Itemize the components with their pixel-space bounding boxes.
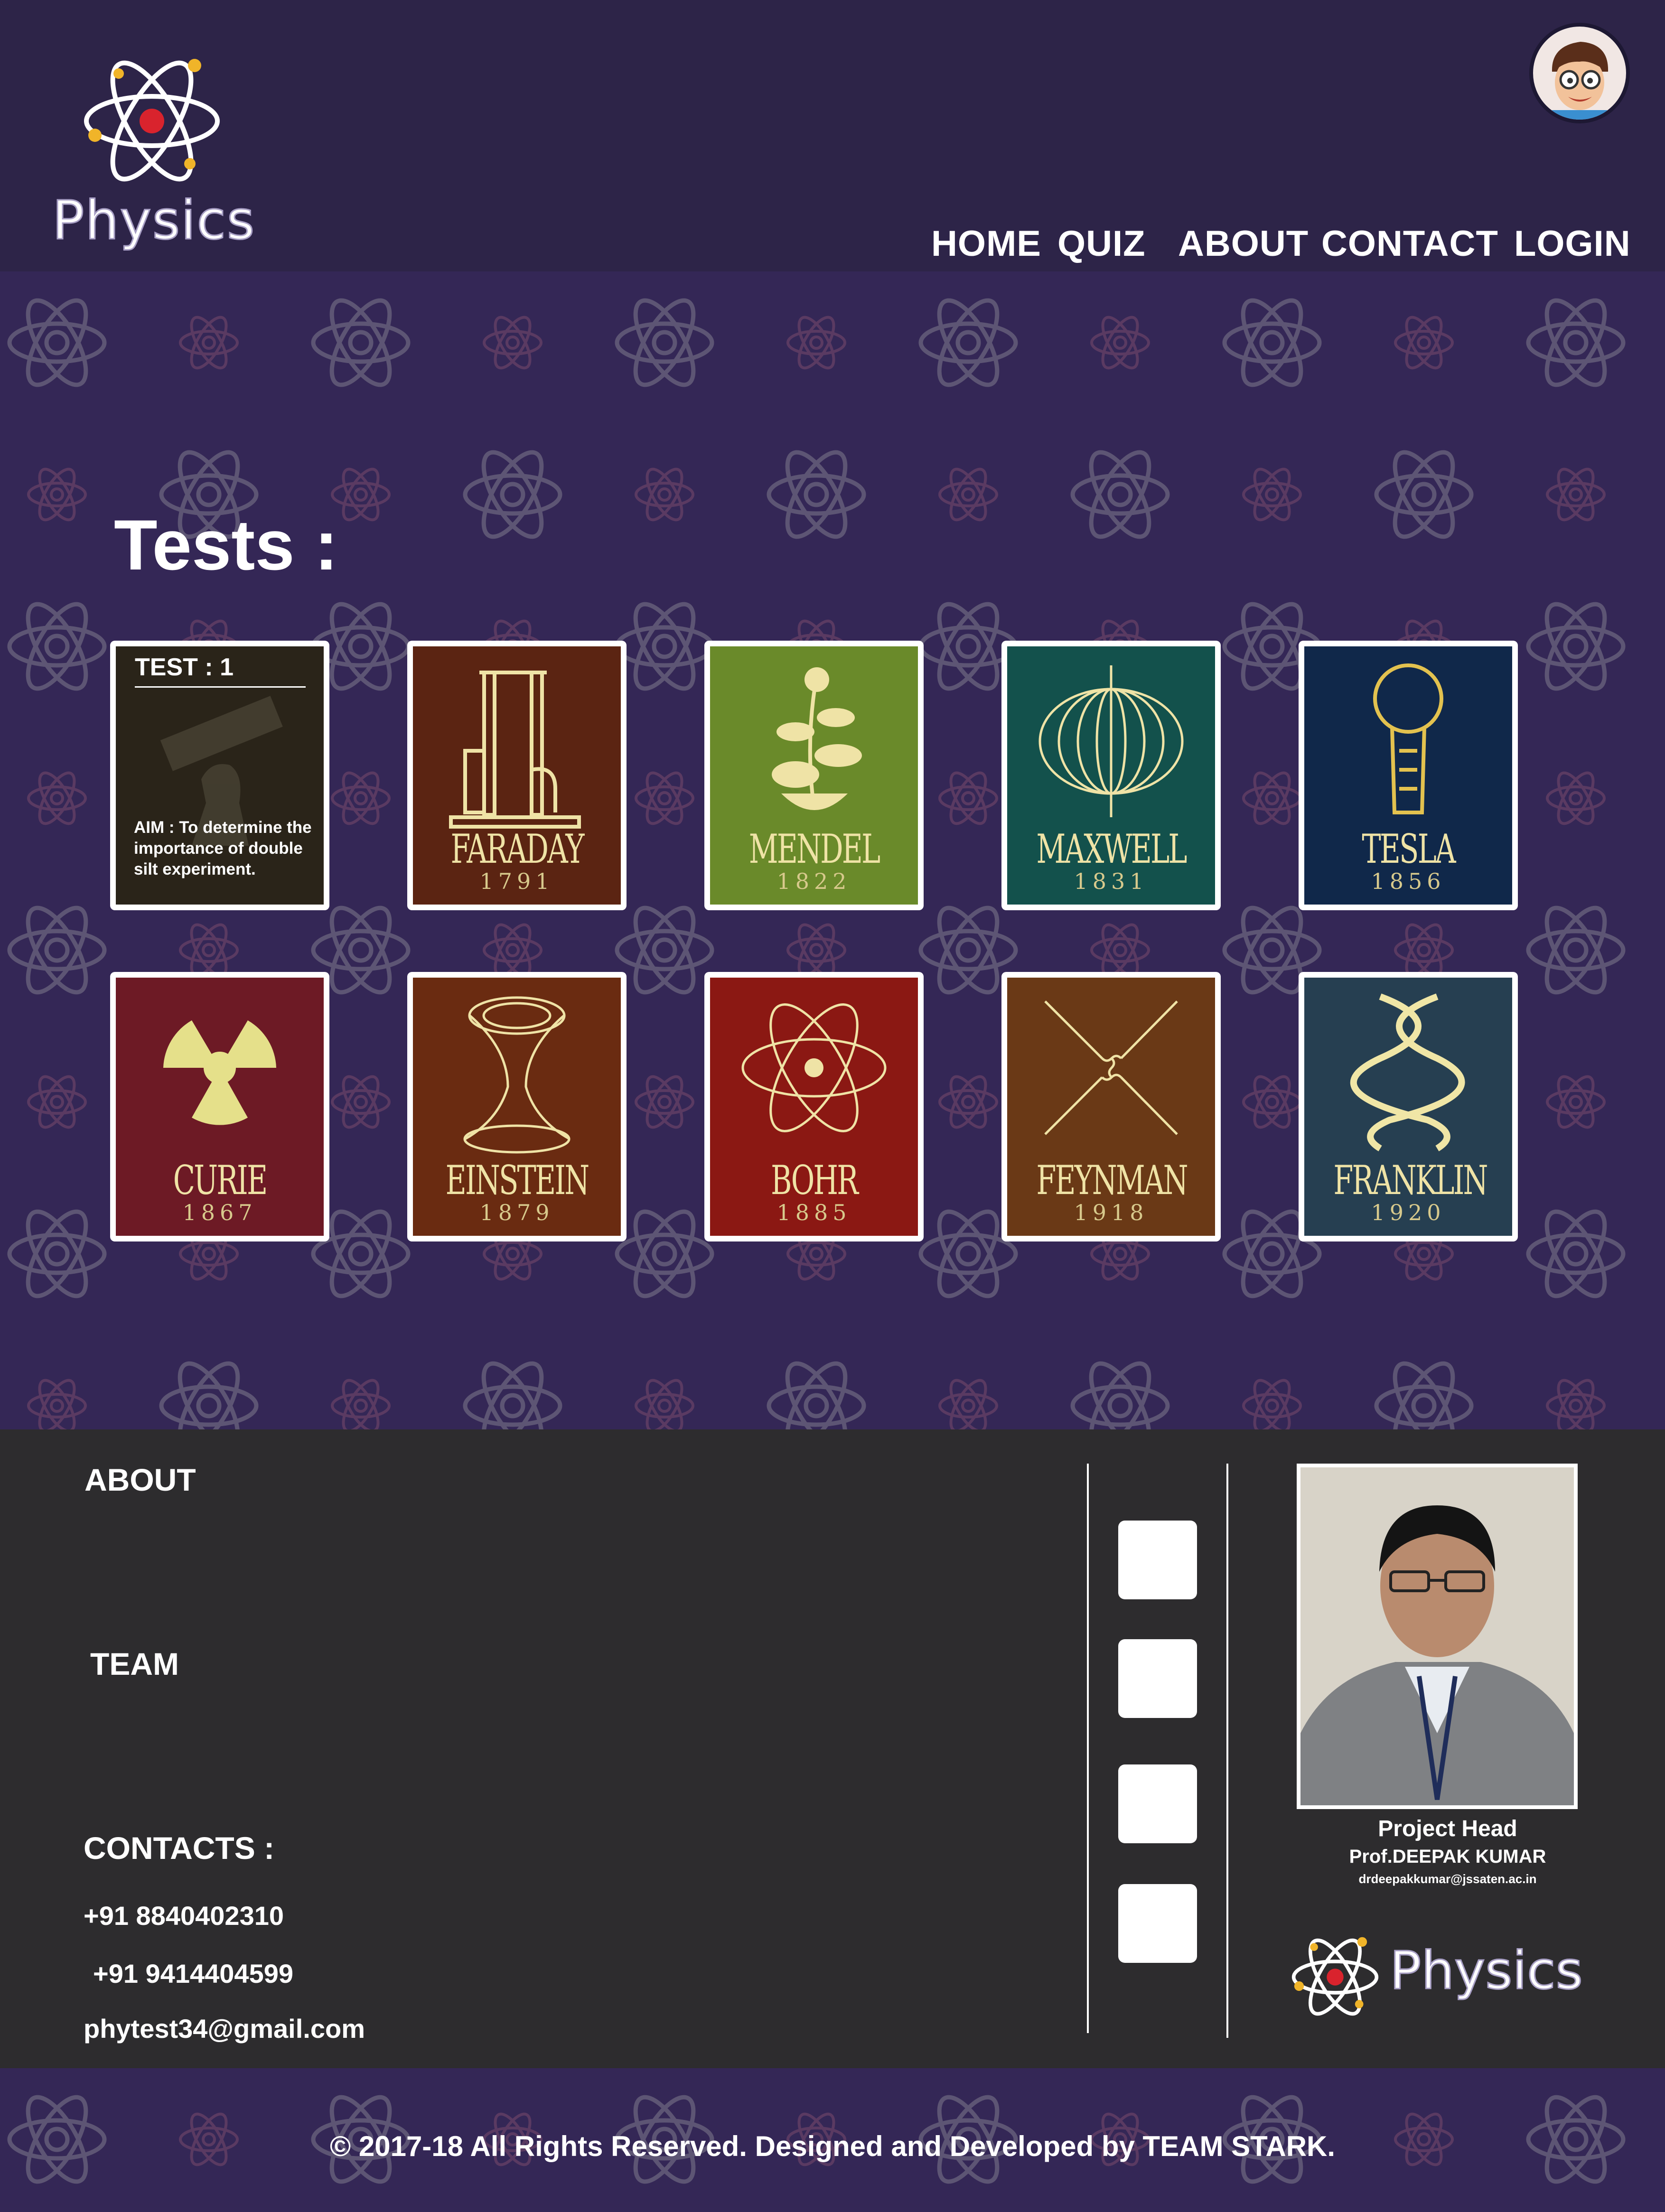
card-year: 1918	[1074, 1200, 1149, 1225]
nav-home[interactable]: HOME	[931, 223, 1041, 264]
nav-quiz[interactable]: QUIZ	[1057, 223, 1146, 264]
card-year: 1831	[1074, 868, 1149, 894]
card-year: 1791	[479, 868, 554, 894]
social-link-2[interactable]	[1118, 1639, 1197, 1718]
card-einstein[interactable]: EINSTEIN 1879	[407, 972, 627, 1241]
atom-logo-icon	[84, 59, 220, 182]
card-faraday[interactable]: FARADAY 1791	[407, 641, 627, 910]
copyright-bar: © 2017-18 All Rights Reserved. Designed …	[0, 2068, 1665, 2212]
card-maxwell[interactable]: MAXWELL 1831	[1001, 641, 1221, 910]
card-feynman[interactable]: FEYNMAN 1918	[1001, 972, 1221, 1241]
test-card-heading: TEST : 1	[135, 653, 234, 681]
card-tesla[interactable]: TESLA 1856	[1299, 641, 1518, 910]
footer-about-heading[interactable]: ABOUT	[84, 1462, 196, 1498]
footer-email[interactable]: phytest34@gmail.com	[84, 2013, 365, 2044]
test-card-divider	[135, 686, 306, 688]
social-link-4[interactable]	[1118, 1884, 1197, 1963]
footer-contacts-heading: CONTACTS :	[84, 1830, 275, 1866]
card-name: FEYNMAN	[1036, 1157, 1188, 1204]
nav-about[interactable]: ABOUT	[1178, 223, 1309, 264]
avatar-face-icon	[1552, 42, 1609, 120]
card-year: 1822	[776, 868, 851, 894]
card-name: BOHR	[771, 1157, 859, 1204]
physics-logo[interactable]: Physics	[51, 47, 256, 256]
card-name: FRANKLIN	[1333, 1157, 1488, 1204]
footer-team-heading[interactable]: TEAM	[90, 1646, 179, 1682]
card-name: CURIE	[173, 1157, 268, 1204]
card-year: 1856	[1371, 868, 1446, 894]
card-year: 1885	[776, 1200, 851, 1225]
social-link-3[interactable]	[1118, 1764, 1197, 1843]
card-mendel[interactable]: MENDEL 1822	[704, 641, 924, 910]
footer-divider-left	[1087, 1464, 1089, 2033]
nav-contact[interactable]: CONTACT	[1321, 223, 1498, 264]
nav-login[interactable]: LOGIN	[1514, 223, 1631, 264]
project-head-name: Prof.DEEPAK KUMAR	[1349, 1846, 1546, 1867]
card-bohr[interactable]: BOHR 1885	[704, 972, 924, 1241]
footer-phone-1[interactable]: +91 8840402310	[84, 1900, 284, 1931]
footer-phone-2[interactable]: +91 9414404599	[93, 1958, 293, 1989]
social-link-1[interactable]	[1118, 1521, 1197, 1599]
card-name: MENDEL	[748, 826, 880, 872]
site-header: Physics HOME QUIZ ABOUT CONTACT LOGIN	[0, 0, 1665, 271]
card-name: FARADAY	[450, 826, 584, 872]
project-head-email[interactable]: drdeepakkumar@jssaten.ac.in	[1296, 1872, 1600, 1886]
card-name: MAXWELL	[1036, 826, 1187, 872]
user-avatar[interactable]	[1529, 23, 1630, 123]
card-year: 1920	[1371, 1200, 1446, 1225]
card-name: TESLA	[1362, 826, 1456, 872]
logo-text: Physics	[51, 189, 256, 252]
card-year: 1879	[479, 1200, 554, 1225]
footer-logo-text: Physics	[1389, 1940, 1584, 2002]
portrait-image	[1300, 1467, 1574, 1805]
footer-divider-right	[1226, 1464, 1228, 2038]
main-content: Tests : TEST : 1 AIM : To determine the …	[0, 271, 1665, 1429]
test-card-1[interactable]: TEST : 1 AIM : To determine the importan…	[110, 641, 329, 910]
card-franklin[interactable]: FRANKLIN 1920	[1299, 972, 1518, 1241]
card-name: EINSTEIN	[445, 1157, 590, 1204]
tests-title: Tests :	[114, 505, 338, 585]
card-curie[interactable]: CURIE 1867	[110, 972, 329, 1241]
test-card-aim: AIM : To determine the importance of dou…	[134, 818, 312, 878]
copyright-text: © 2017-18 All Rights Reserved. Designed …	[329, 2130, 1336, 2162]
project-head-title: Project Head	[1378, 1816, 1517, 1841]
card-year: 1867	[182, 1200, 257, 1225]
footer-atom-logo-icon	[1291, 1937, 1379, 2016]
project-head-photo	[1297, 1464, 1578, 1809]
